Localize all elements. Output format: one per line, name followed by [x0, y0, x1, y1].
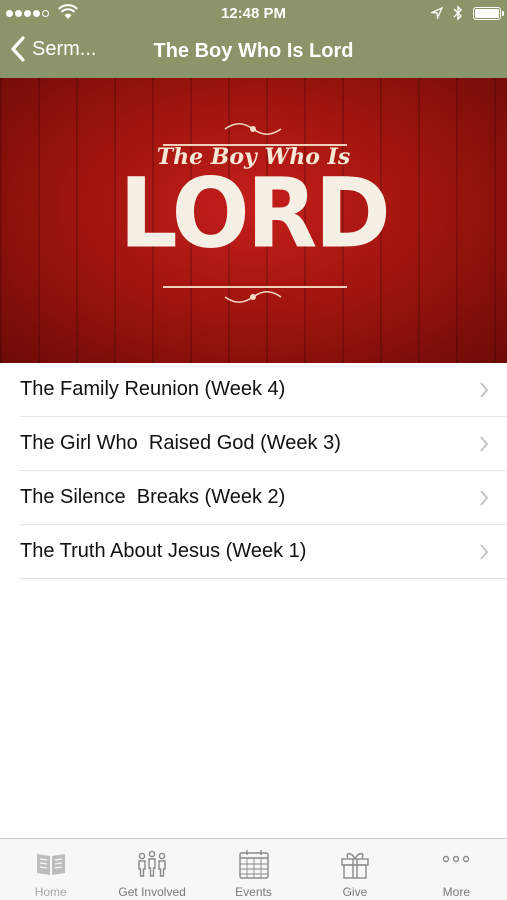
people-icon [138, 850, 166, 877]
sermon-list: The Family Reunion (Week 4) The Girl Who… [0, 363, 507, 579]
location-icon [431, 7, 443, 19]
bluetooth-icon [453, 5, 462, 21]
more-icon [443, 855, 470, 863]
tab-label: Home [34, 885, 67, 899]
tab-home[interactable]: Home [0, 839, 101, 900]
ornament-icon [224, 291, 282, 303]
tab-events[interactable]: Events [203, 839, 304, 900]
sermon-title: The Truth About Jesus (Week 1) [20, 540, 307, 562]
tab-label: Get Involved [118, 885, 186, 899]
tab-give[interactable]: Give [304, 839, 405, 900]
tab-label: Give [342, 885, 368, 899]
sermon-list-item[interactable]: The Family Reunion (Week 4) [20, 363, 507, 417]
ornament-icon [224, 123, 282, 135]
calendar-icon [238, 850, 269, 879]
sermon-series-banner: The Boy Who Is LORD [0, 78, 507, 363]
sermon-list-item[interactable]: The Girl Who Raised God (Week 3) [20, 417, 507, 471]
sermon-title: The Family Reunion (Week 4) [20, 378, 286, 400]
chevron-right-icon [480, 382, 489, 398]
sermon-title: The Silence Breaks (Week 2) [20, 486, 286, 508]
banner-main-text: LORD [119, 157, 391, 270]
book-icon [36, 854, 65, 875]
tab-bar: Home Get Involved Events Give More [0, 838, 507, 900]
top-bar: 12:48 PM Serm... The Boy Who Is Lord [0, 0, 507, 78]
gift-icon [341, 852, 369, 879]
chevron-right-icon [480, 544, 489, 560]
tab-more[interactable]: More [406, 839, 507, 900]
chevron-right-icon [480, 436, 489, 452]
chevron-right-icon [480, 490, 489, 506]
tab-get-involved[interactable]: Get Involved [101, 839, 202, 900]
page-title: The Boy Who Is Lord [153, 40, 354, 62]
sermon-list-item[interactable]: The Silence Breaks (Week 2) [20, 471, 507, 525]
tab-label: Events [235, 885, 272, 899]
battery-icon [473, 6, 504, 20]
sermon-list-item[interactable]: The Truth About Jesus (Week 1) [20, 525, 507, 579]
tab-label: More [442, 885, 470, 899]
status-bar: 12:48 PM [0, 0, 507, 28]
navigation-bar: Serm... The Boy Who Is Lord [0, 28, 507, 78]
sermon-title: The Girl Who Raised God (Week 3) [20, 432, 341, 454]
